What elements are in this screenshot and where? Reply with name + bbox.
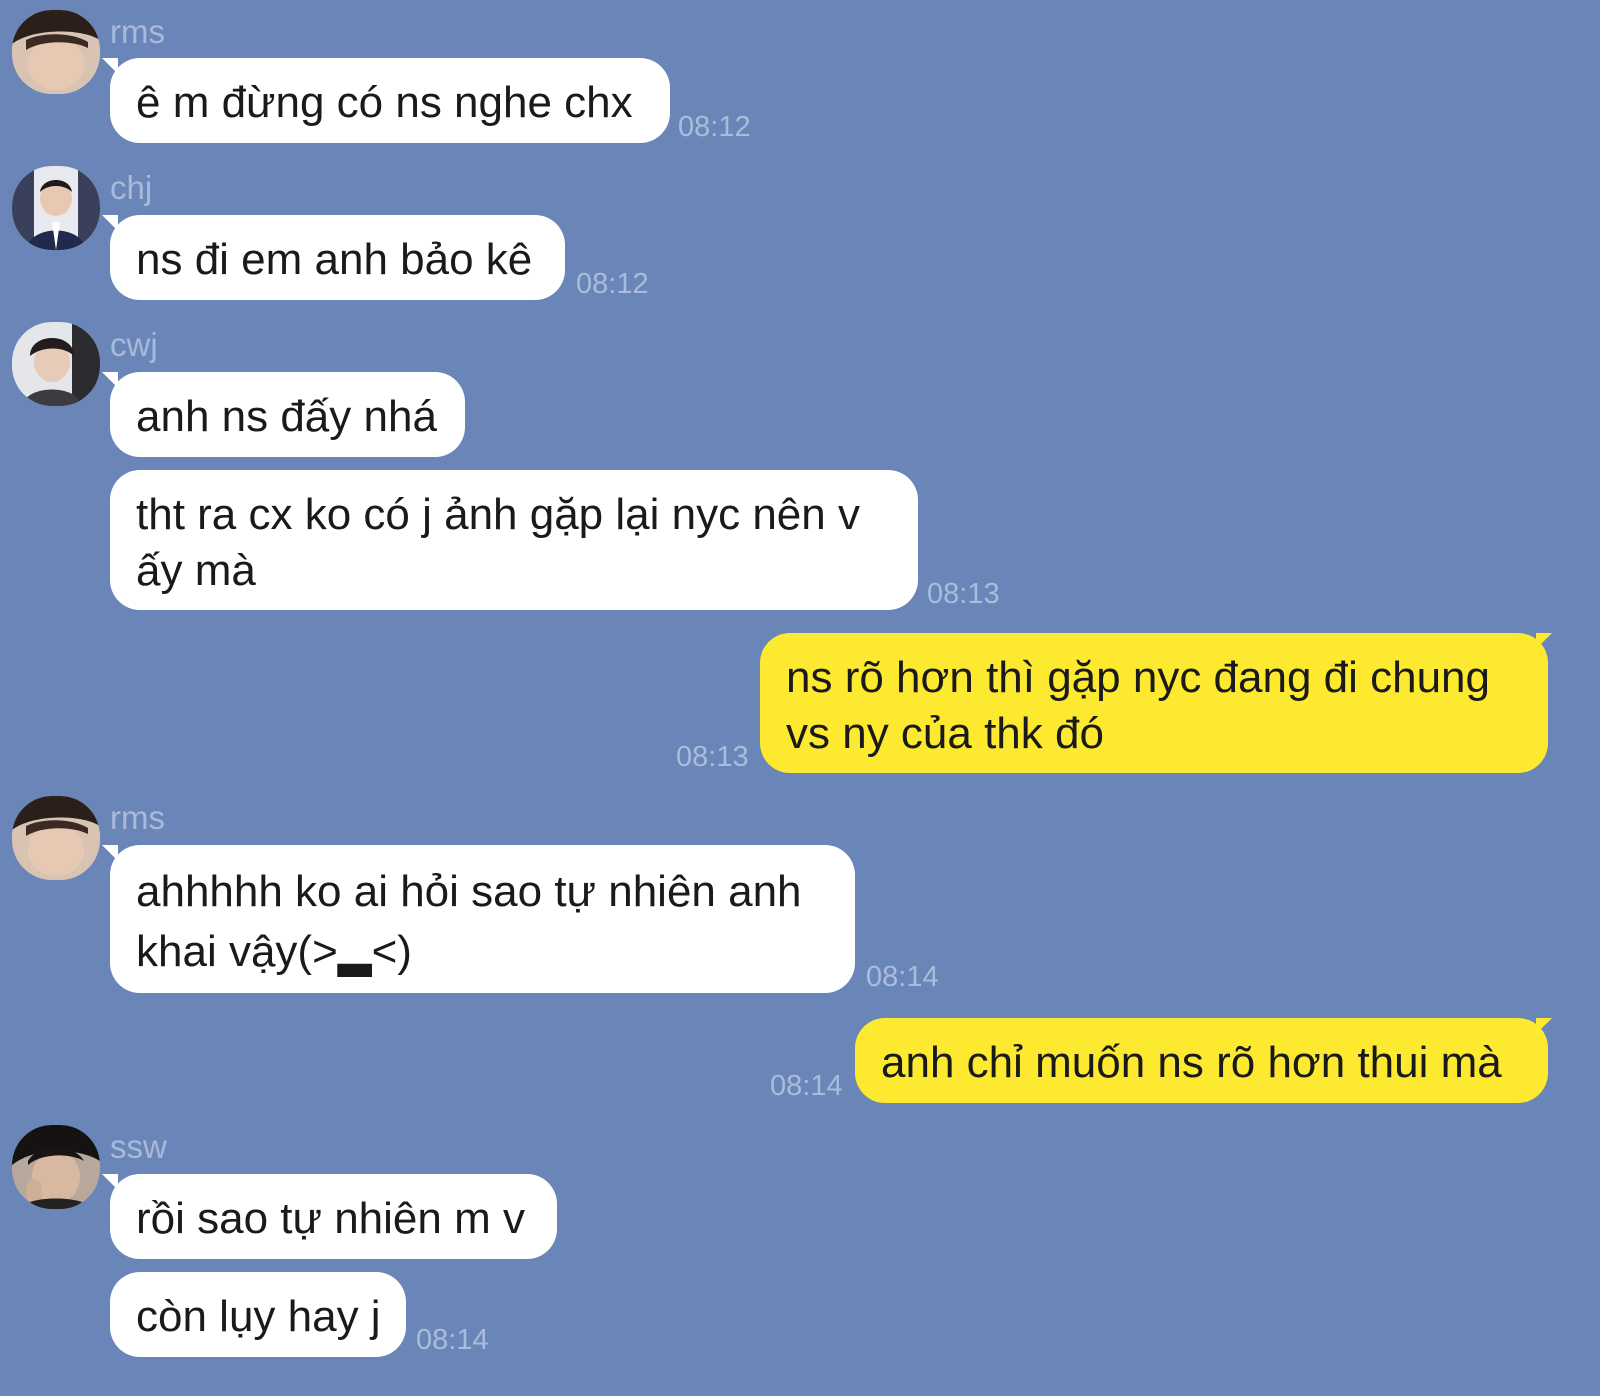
message-text-line: ấy mà [136,546,256,595]
message-bubble[interactable]: tht ra cx ko có j ảnh gặp lại nyc nên v … [110,470,918,610]
avatar-rms[interactable] [12,796,100,880]
avatar-ssw-image [12,1125,100,1209]
message-time: 08:12 [576,268,649,300]
message-time: 08:14 [416,1324,489,1356]
sender-name: ssw [110,1128,167,1165]
message-bubble[interactable]: anh ns đấy nhá [110,372,465,457]
message-text: ns đi em anh bảo kê [136,235,533,284]
avatar-ssw[interactable] [12,1125,100,1209]
message-bubble[interactable]: còn lụy hay j [110,1272,406,1357]
message-bubble-outgoing[interactable]: ns rõ hơn thì gặp nyc đang đi chung vs n… [760,633,1548,773]
message-time: 08:13 [676,741,749,773]
message-bubble[interactable]: ahhhhh ko ai hỏi sao tự nhiên anh khai v… [110,845,855,993]
sender-name: cwj [110,326,158,363]
message-text: rồi sao tự nhiên m v [136,1194,525,1243]
avatar-rms-image [12,796,100,880]
chat-area[interactable]: rms ê m đừng có ns nghe chx 08:12 chj ns… [0,0,1600,1396]
message-text-line: ahhhhh ko ai hỏi sao tự nhiên anh [136,867,802,916]
avatar-cwj[interactable] [12,322,100,406]
message-text: anh ns đấy nhá [136,392,437,441]
avatar-cwj-image [12,322,100,406]
message-text: ê m đừng có ns nghe chx [136,78,633,127]
bubble-tail [1536,1018,1552,1034]
sender-name: rms [110,799,165,836]
message-bubble[interactable]: rồi sao tự nhiên m v [110,1174,557,1259]
message-text-line: khai vậy(>▂<) [136,927,412,976]
message-bubble[interactable]: ns đi em anh bảo kê [110,215,565,300]
sender-name: rms [110,13,165,50]
avatar-chj-image [12,166,100,250]
avatar-rms-image [12,10,100,94]
message-time: 08:13 [927,578,1000,610]
message-text: còn lụy hay j [136,1292,381,1341]
message-bubble-outgoing[interactable]: anh chỉ muốn ns rõ hơn thui mà [855,1018,1548,1103]
message-time: 08:12 [678,111,751,143]
message-time: 08:14 [770,1070,843,1102]
avatar-rms[interactable] [12,10,100,94]
message-text-line: vs ny của thk đó [786,709,1104,758]
message-text-line: ns rõ hơn thì gặp nyc đang đi chung [786,653,1490,702]
message-text: anh chỉ muốn ns rõ hơn thui mà [881,1038,1502,1087]
message-bubble[interactable]: ê m đừng có ns nghe chx [110,58,670,143]
sender-name: chj [110,169,153,206]
message-time: 08:14 [866,961,939,993]
bubble-tail [1536,633,1552,649]
avatar-chj[interactable] [12,166,100,250]
message-text-line: tht ra cx ko có j ảnh gặp lại nyc nên v [136,490,860,539]
